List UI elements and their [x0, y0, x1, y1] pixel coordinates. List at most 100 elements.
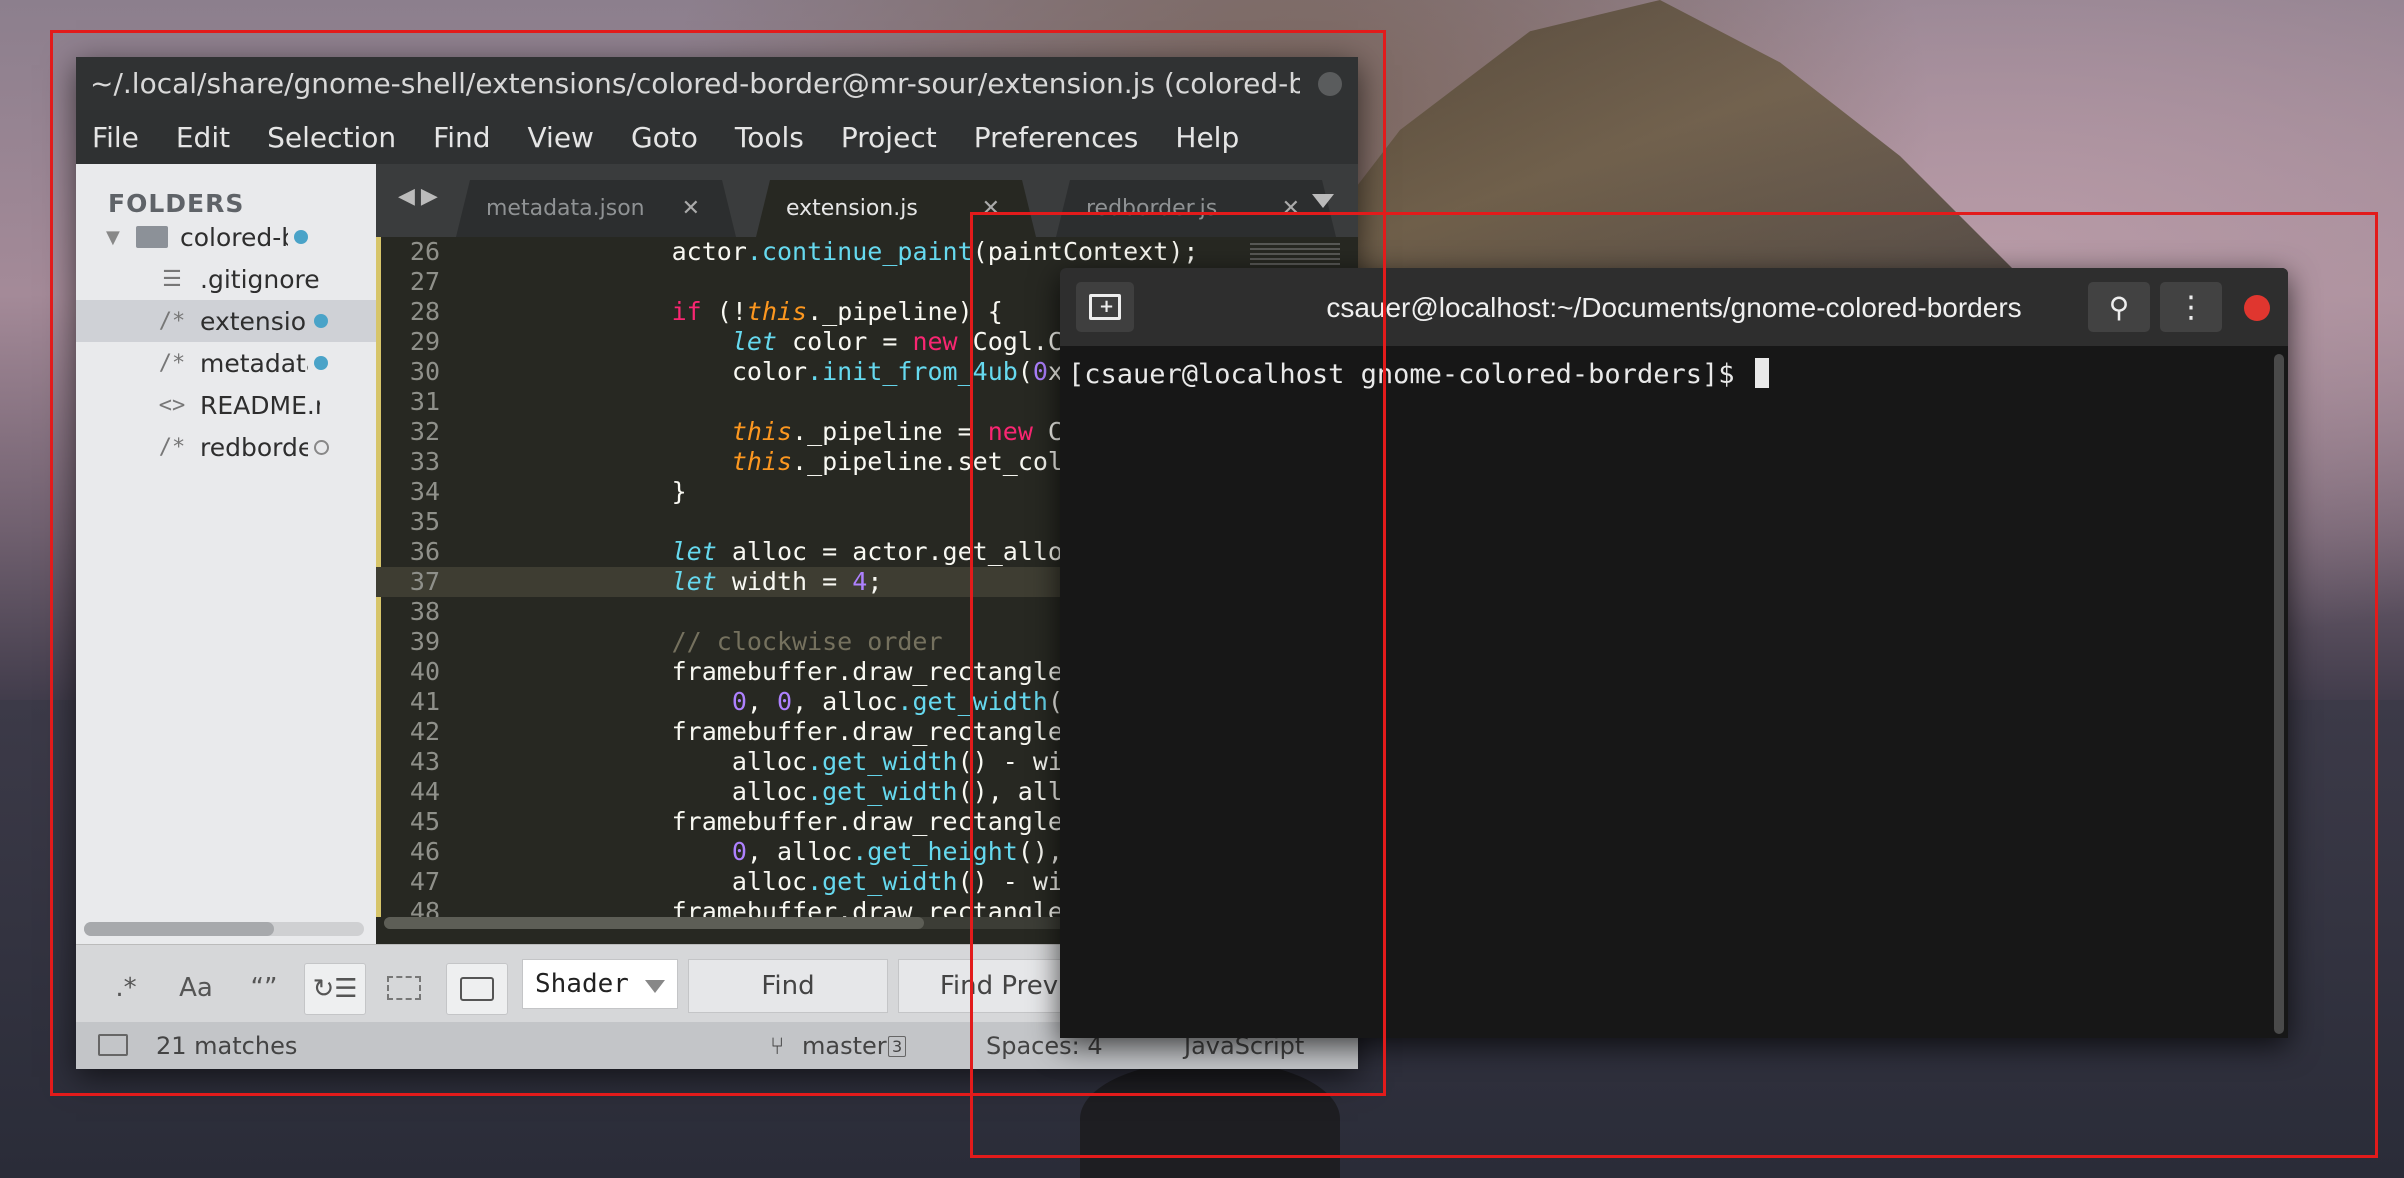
regex-toggle-button[interactable]: .* [96, 963, 156, 1013]
line-number: 46 [409, 837, 440, 866]
shell-prompt: [csauer@localhost gnome-colored-borders]… [1068, 358, 1769, 390]
wrap-toggle-button[interactable]: ↻☰ [304, 963, 366, 1015]
sidebar-item-extension[interactable]: /* extension.js [76, 300, 376, 342]
modified-dot-icon [294, 230, 308, 244]
code-line[interactable]: 26 actor.continue_paint(paintContext); [376, 237, 1358, 267]
line-number: 42 [409, 717, 440, 746]
text-file-icon: ☰ [162, 266, 182, 292]
find-input-value: Shader [535, 969, 629, 999]
folders-heading: FOLDERS [108, 189, 245, 218]
prompt-text: [csauer@localhost gnome-colored-borders]… [1068, 359, 1751, 390]
tab-nav-arrows-icon[interactable]: ◀▶ [398, 184, 444, 209]
menu-tools[interactable]: Tools [735, 121, 804, 154]
menu-goto[interactable]: Goto [631, 121, 698, 154]
terminal-scrollbar[interactable] [2274, 354, 2284, 1034]
branch-badge: 3 [888, 1036, 907, 1057]
tab-dropdown-icon[interactable] [1312, 194, 1334, 208]
tab-metadata[interactable]: metadata.json ✕ [456, 180, 736, 237]
file-name: .gitignore [200, 264, 320, 294]
sidebar-item-readme[interactable]: <> README.md [76, 384, 376, 426]
kebab-menu-icon: ⋮ [2176, 289, 2206, 325]
tab-extension[interactable]: extension.js ✕ [756, 180, 1036, 237]
sublime-titlebar[interactable]: ~/.local/share/gnome-shell/extensions/co… [76, 57, 1358, 110]
disclosure-triangle-icon[interactable]: ▼ [106, 227, 136, 248]
match-count: 21 matches [156, 1032, 298, 1060]
file-name: redborder.js [200, 432, 308, 462]
sidebar-folder[interactable]: ▼ colored-bord [76, 216, 376, 258]
menu-find[interactable]: Find [433, 121, 490, 154]
file-name: README.md [200, 390, 320, 420]
git-branch[interactable]: master [802, 1032, 887, 1060]
modified-dot-icon [314, 356, 328, 370]
menu-bar: File Edit Selection Find View Goto Tools… [76, 110, 1358, 164]
menu-edit[interactable]: Edit [176, 121, 230, 154]
close-icon[interactable] [1318, 72, 1342, 96]
sidebar-item-gitignore[interactable]: ☰ .gitignore [76, 258, 376, 300]
close-tab-icon[interactable]: ✕ [682, 180, 700, 237]
line-number: 40 [409, 657, 440, 686]
code-text: this._pipeline.set_colo [731, 447, 1079, 476]
menu-button[interactable]: ⋮ [2160, 282, 2222, 332]
menu-file[interactable]: File [92, 121, 139, 154]
line-number: 45 [409, 807, 440, 836]
line-number: 30 [409, 357, 440, 386]
file-name: extension.js [200, 306, 308, 336]
search-icon: ⚲ [2108, 290, 2130, 324]
line-number: 44 [409, 777, 440, 806]
line-number: 43 [409, 747, 440, 776]
line-number: 31 [409, 387, 440, 416]
sidebar-item-metadata[interactable]: /* metadata.json [76, 342, 376, 384]
json-file-icon: /* [158, 350, 186, 376]
wrap-icon: ↻☰ [312, 974, 358, 1004]
terminal-headerbar[interactable]: + csauer@localhost:~/Documents/gnome-col… [1060, 268, 2288, 346]
modified-dot-icon [314, 314, 328, 328]
code-text: 0, 0, alloc.get_width( [731, 687, 1063, 716]
tab-label: redborder.js [1086, 196, 1218, 221]
line-number: 38 [409, 597, 440, 626]
whole-word-button[interactable]: “” [234, 963, 294, 1013]
terminal-window: + csauer@localhost:~/Documents/gnome-col… [1060, 268, 2288, 1038]
chevron-down-icon[interactable] [645, 980, 665, 993]
close-tab-icon[interactable]: ✕ [1282, 180, 1300, 237]
line-number: 34 [409, 477, 440, 506]
in-selection-button[interactable] [374, 963, 434, 1013]
menu-project[interactable]: Project [841, 121, 937, 154]
menu-selection[interactable]: Selection [267, 121, 396, 154]
close-tab-icon[interactable]: ✕ [982, 180, 1000, 237]
find-input[interactable]: Shader [522, 959, 678, 1009]
tab-redborder[interactable]: redborder.js ✕ [1056, 180, 1336, 237]
line-number: 37 [409, 567, 440, 596]
line-number: 27 [409, 267, 440, 296]
sidebar-scrollbar[interactable] [84, 922, 364, 936]
folder-icon [136, 226, 168, 248]
menu-preferences[interactable]: Preferences [974, 121, 1139, 154]
menu-view[interactable]: View [528, 121, 594, 154]
code-text: // clockwise order [491, 627, 943, 656]
line-number: 35 [409, 507, 440, 536]
sidebar: FOLDERS ▼ colored-bord ☰ .gitignore /* e… [76, 164, 376, 944]
tab-label: metadata.json [486, 196, 645, 221]
close-icon[interactable] [2244, 295, 2270, 321]
line-number: 32 [409, 417, 440, 446]
code-text: framebuffer.draw_rectangle [491, 717, 1063, 746]
code-text: alloc.get_width() - wid [491, 747, 1079, 776]
find-button[interactable]: Find [688, 959, 888, 1013]
case-sensitive-button[interactable]: Aa [166, 963, 226, 1013]
highlight-icon [460, 977, 494, 1001]
line-number: 36 [409, 537, 440, 566]
terminal-output[interactable]: [csauer@localhost gnome-colored-borders]… [1060, 346, 2288, 1038]
menu-help[interactable]: Help [1175, 121, 1239, 154]
sidebar-item-redborder[interactable]: /* redborder.js [76, 426, 376, 468]
code-text: framebuffer.draw_rectangle [491, 657, 1063, 686]
code-text: actor.continue_paint(paintContext); [491, 237, 1199, 266]
search-button[interactable]: ⚲ [2088, 282, 2150, 332]
code-text: let color = new Cogl.Co [731, 327, 1079, 356]
highlight-matches-button[interactable] [446, 963, 508, 1015]
code-text: } [491, 477, 687, 506]
text-cursor [1754, 358, 1769, 388]
code-text: framebuffer.draw_rectangle [491, 807, 1063, 836]
in-selection-icon [387, 976, 421, 1000]
panel-toggle-icon[interactable] [98, 1034, 128, 1056]
wallpaper-rock [1080, 1060, 1340, 1178]
code-text: color.init_from_4ub(0x [491, 357, 1063, 386]
